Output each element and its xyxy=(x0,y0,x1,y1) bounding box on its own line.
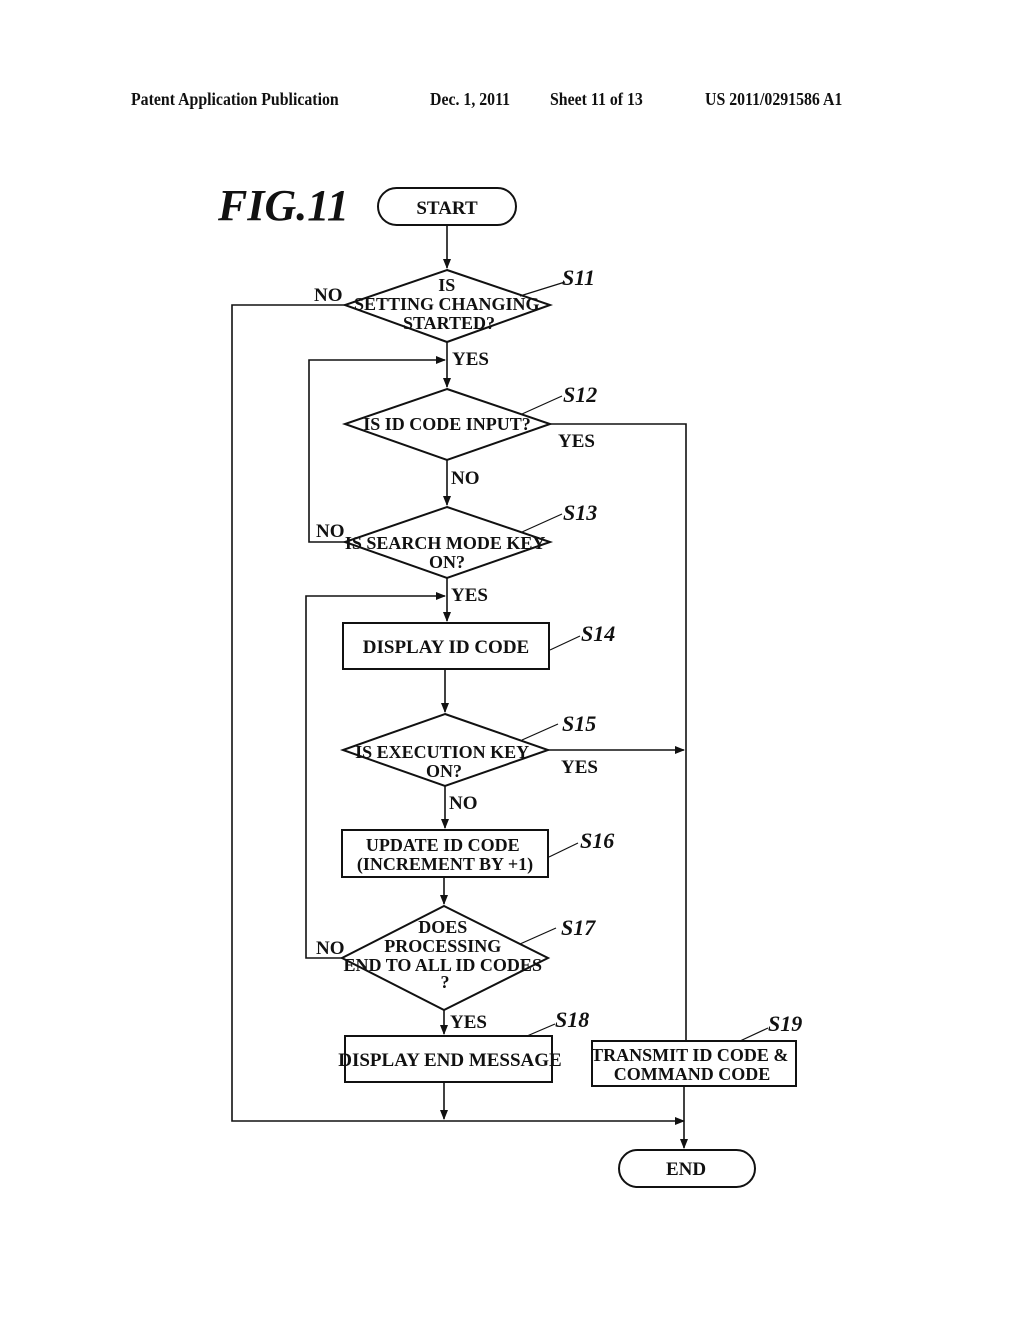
s13-yes-label: YES xyxy=(451,585,488,606)
s13-no-label: NO xyxy=(316,521,345,542)
flowchart: FIG.11 START IS SETTING CHANGING STARTED… xyxy=(217,181,802,1188)
end-terminal: END xyxy=(618,1149,756,1188)
s19-line-1: TRANSMIT ID CODE & xyxy=(591,1045,788,1065)
process-s16: UPDATE ID CODE (INCREMENT BY +1) xyxy=(341,829,549,878)
s12-text: IS ID CODE INPUT? xyxy=(363,414,531,434)
s11-step-number: S11 xyxy=(562,265,595,290)
s12-leader-line xyxy=(521,395,563,415)
decision-s11: IS SETTING CHANGING STARTED? xyxy=(341,268,554,344)
s16-leader-line xyxy=(548,842,579,858)
s16-line-2: (INCREMENT BY +1) xyxy=(357,854,533,875)
figure-label: FIG.11 xyxy=(217,181,349,230)
decision-s12: IS ID CODE INPUT? xyxy=(341,387,554,462)
end-label: END xyxy=(666,1159,706,1180)
s17-line-1: DOES xyxy=(418,917,467,937)
s17-leader-line xyxy=(519,927,557,945)
s11-text: IS SETTING CHANGING STARTED? xyxy=(354,275,544,333)
s17-line-2: PROCESSING xyxy=(384,936,501,956)
decision-s13: IS SEARCH MODE KEY ON? xyxy=(341,505,554,580)
s19-step-number: S19 xyxy=(768,1011,802,1036)
s15-line-2: ON? xyxy=(426,761,462,781)
s17-text: DOES PROCESSING END TO ALL ID CODES ? xyxy=(344,917,547,992)
s15-text: IS EXECUTION KEY ON? xyxy=(355,742,533,781)
s14-leader-line xyxy=(549,635,581,651)
s17-no-label: NO xyxy=(316,938,345,959)
s12-yes-label: YES xyxy=(558,431,595,452)
s17-yes-label: YES xyxy=(450,1012,487,1033)
s15-step-number: S15 xyxy=(562,711,596,736)
s11-line-3: STARTED? xyxy=(403,313,495,333)
s18-text: DISPLAY END MESSAGE xyxy=(338,1050,561,1071)
s18-step-number: S18 xyxy=(555,1007,589,1032)
s12-step-number: S12 xyxy=(563,382,597,407)
s13-line-2: ON? xyxy=(429,552,465,572)
start-label: START xyxy=(416,198,478,219)
s11-line-2: SETTING CHANGING xyxy=(354,294,540,314)
s15-yes-label: YES xyxy=(561,757,598,778)
s19-line-2: COMMAND CODE xyxy=(614,1064,770,1084)
s13-line-1: IS SEARCH MODE KEY xyxy=(345,533,546,553)
s13-step-number: S13 xyxy=(563,500,597,525)
s15-line-1: IS EXECUTION KEY xyxy=(355,742,529,762)
s14-text: DISPLAY ID CODE xyxy=(363,637,529,658)
s16-line-1: UPDATE ID CODE xyxy=(366,835,520,855)
s16-text: UPDATE ID CODE (INCREMENT BY +1) xyxy=(357,835,533,875)
s13-leader-line xyxy=(521,513,563,533)
s17-step-number: S17 xyxy=(561,915,596,940)
process-s19: TRANSMIT ID CODE & COMMAND CODE xyxy=(591,1040,797,1087)
s14-step-number: S14 xyxy=(581,621,615,646)
process-s18: DISPLAY END MESSAGE xyxy=(338,1035,562,1083)
process-s14: DISPLAY ID CODE xyxy=(342,622,550,670)
s12-no-label: NO xyxy=(451,468,480,489)
decision-s17: DOES PROCESSING END TO ALL ID CODES ? xyxy=(339,904,551,1012)
s11-no-label: NO xyxy=(314,285,343,306)
s15-no-label: NO xyxy=(449,793,478,814)
s19-text: TRANSMIT ID CODE & COMMAND CODE xyxy=(591,1045,793,1084)
s11-line-1: IS xyxy=(438,275,455,295)
start-terminal: START xyxy=(377,187,517,226)
decision-s15: IS EXECUTION KEY ON? xyxy=(339,712,552,788)
s17-line-4: ? xyxy=(441,972,450,992)
s11-yes-label: YES xyxy=(452,349,489,370)
s15-leader-line xyxy=(521,723,559,741)
s13-text: IS SEARCH MODE KEY ON? xyxy=(345,533,549,572)
s19-leader-line xyxy=(739,1027,769,1042)
s18-leader-line xyxy=(526,1023,556,1037)
s16-step-number: S16 xyxy=(580,828,614,853)
